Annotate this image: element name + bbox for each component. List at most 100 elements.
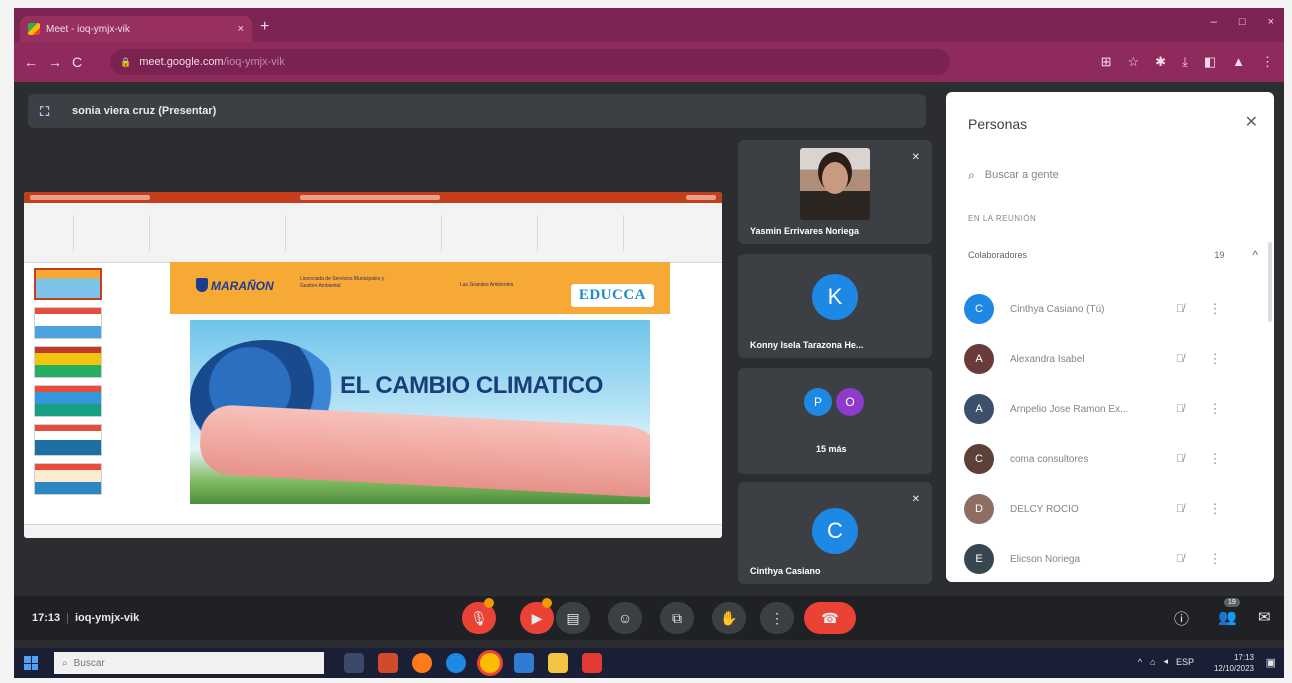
meeting-time: 17:13	[32, 612, 61, 624]
participant-row[interactable]: C Cinthya Casiano (Tú) 🎙̸ ⋮	[964, 284, 1264, 334]
taskbar-clock[interactable]: 17:13 12/10/2023	[1214, 652, 1254, 674]
browser-menu-icon[interactable]: ⋮	[1261, 54, 1274, 70]
leave-call-button[interactable]: ☎	[804, 602, 856, 634]
more-options-icon[interactable]: ⋮	[1200, 301, 1230, 317]
edge-app-icon[interactable]	[446, 653, 466, 673]
slide-thumbnail[interactable]	[34, 424, 102, 456]
participant-avatar: P	[804, 388, 832, 416]
task-view-icon[interactable]	[344, 653, 364, 673]
more-options-icon[interactable]: ⋮	[1200, 351, 1230, 367]
hand-icon: ✋	[720, 609, 738, 626]
participant-row[interactable]: D DELCY ROCIO 🎙̸ ⋮	[964, 484, 1264, 534]
mic-off-icon[interactable]: 🎙̸	[1160, 553, 1200, 565]
more-options-button[interactable]: ⋮	[760, 602, 794, 634]
participant-tile[interactable]: ✕ C Cinthya Casiano	[738, 482, 932, 584]
close-window-button[interactable]: ×	[1268, 16, 1274, 28]
slide-thumbnail[interactable]	[34, 346, 102, 378]
chrome-app-icon[interactable]	[480, 653, 500, 673]
participant-row[interactable]: A Alexandra Isabel 🎙̸ ⋮	[964, 334, 1264, 384]
bookmark-star-icon[interactable]: ☆	[1128, 54, 1140, 70]
app-icon[interactable]	[582, 653, 602, 673]
participant-name: Konny Isela Tarazona He...	[750, 340, 864, 350]
file-explorer-icon[interactable]	[548, 653, 568, 673]
participant-row[interactable]: A Arnpelio Jose Ramon Ex... 🎙̸ ⋮	[964, 384, 1264, 434]
slide-thumbnail[interactable]	[34, 307, 102, 339]
toolbar-icons: ⊞ ☆ ✱ ⤓ ◧ ▲ ⋮	[1101, 54, 1274, 70]
chevron-up-icon[interactable]: ^	[1252, 248, 1258, 262]
camera-toggle[interactable]: ▶	[520, 598, 554, 634]
participant-name: Yasmin Errivares Noriega	[750, 226, 860, 236]
collaborators-group[interactable]: Colaboradores 19 ^	[968, 242, 1258, 268]
new-tab-button[interactable]: +	[260, 18, 269, 36]
profile-icon[interactable]: ▲	[1232, 54, 1245, 70]
participant-row[interactable]: E Elicson Noriega 🎙̸ ⋮	[964, 534, 1264, 584]
back-button[interactable]: ←	[24, 54, 48, 70]
chat-button[interactable]: ✉	[1258, 608, 1271, 626]
apps-icon[interactable]: ⊞	[1101, 54, 1112, 70]
more-options-icon[interactable]: ⋮	[1200, 551, 1230, 567]
more-participants-label: 15 más	[816, 444, 847, 454]
participant-name: Alexandra Isabel	[1010, 353, 1085, 365]
participant-tile[interactable]: K Konny Isela Tarazona He...	[738, 254, 932, 358]
slide-image: EL CAMBIO CLIMATICO	[190, 320, 650, 504]
reload-button[interactable]: C	[72, 54, 96, 70]
volume-icon[interactable]: ◂	[1163, 656, 1168, 667]
extensions-icon[interactable]: ✱	[1155, 54, 1166, 70]
language-indicator[interactable]: ESP	[1176, 657, 1194, 667]
more-options-icon[interactable]: ⋮	[1200, 501, 1230, 517]
participant-row[interactable]: C coma consultores 🎙̸ ⋮	[964, 434, 1264, 484]
taskbar-search-input[interactable]: ⌕ Buscar	[54, 652, 324, 674]
group-count: 19	[1214, 250, 1225, 260]
slide-thumbnail[interactable]	[34, 385, 102, 417]
mic-off-icon[interactable]: 🎙̸	[1160, 453, 1200, 465]
mic-off-icon[interactable]: 🎙̸	[1160, 503, 1200, 515]
powerpoint-app-icon[interactable]	[378, 653, 398, 673]
mic-off-icon[interactable]: 🎙̸	[1160, 353, 1200, 365]
participant-avatar: D	[964, 494, 994, 524]
participant-tile[interactable]: ✕ Yasmin Errivares Noriega	[738, 140, 932, 244]
close-panel-button[interactable]: ✕	[1245, 112, 1258, 132]
present-button[interactable]: ⧉	[660, 602, 694, 634]
people-search-input[interactable]: ⌕ Buscar a gente	[968, 162, 1258, 188]
participant-tile-more[interactable]: P O 15 más	[738, 368, 932, 474]
network-icon[interactable]: ⌂	[1150, 657, 1155, 667]
raise-hand-button[interactable]: ✋	[712, 602, 746, 634]
group-label: Colaboradores	[968, 250, 1028, 260]
firefox-app-icon[interactable]	[412, 653, 432, 673]
tab-close-icon[interactable]: ×	[238, 23, 244, 35]
participant-name: Cinthya Casiano	[750, 566, 821, 576]
emoji-icon: ☺	[617, 610, 633, 626]
mic-off-icon[interactable]: 🎙̸	[1160, 403, 1200, 415]
maximize-button[interactable]: □	[1239, 16, 1246, 28]
maranon-logo: MARAÑON	[196, 278, 274, 293]
store-app-icon[interactable]	[514, 653, 534, 673]
sidepanel-icon[interactable]: ◧	[1204, 54, 1216, 70]
meeting-details-button[interactable]: ⓘ	[1174, 608, 1189, 629]
slide-thumbnail[interactable]	[34, 268, 102, 300]
captions-button[interactable]: ▤	[556, 602, 590, 634]
search-icon: ⌕	[62, 657, 68, 669]
more-options-icon[interactable]: ⋮	[1200, 401, 1230, 417]
address-bar[interactable]: 🔒 meet.google.com /ioq-ymjx-vik	[110, 49, 950, 75]
microphone-toggle[interactable]: 🎙	[462, 598, 496, 634]
participant-avatar: E	[964, 544, 994, 574]
participant-name: DELCY ROCIO	[1010, 503, 1079, 515]
reactions-button[interactable]: ☺	[608, 602, 642, 634]
participant-avatar: C	[812, 508, 858, 554]
mic-off-icon[interactable]: 🎙̸	[1160, 303, 1200, 315]
people-button[interactable]: 19 👥	[1218, 598, 1240, 626]
presenting-icon: ⛶	[40, 104, 50, 119]
meeting-code: ioq-ymjx-vik	[75, 612, 140, 624]
slide-thumbnail[interactable]	[34, 463, 102, 495]
download-icon[interactable]: ⤓	[1182, 54, 1188, 70]
more-options-icon[interactable]: ⋮	[1200, 451, 1230, 467]
in-meeting-label: EN LA REUNIÓN	[968, 214, 1037, 223]
notifications-icon[interactable]: ▣	[1266, 656, 1276, 669]
chevron-up-icon[interactable]: ^	[1138, 657, 1142, 667]
forward-button[interactable]: →	[48, 54, 72, 70]
taskbar-apps	[344, 653, 602, 673]
browser-tab[interactable]: Meet - ioq-ymjx-vik ×	[20, 16, 252, 42]
windows-start-icon[interactable]	[24, 656, 38, 670]
panel-scrollbar[interactable]	[1268, 242, 1272, 322]
minimize-button[interactable]: –	[1211, 16, 1217, 28]
